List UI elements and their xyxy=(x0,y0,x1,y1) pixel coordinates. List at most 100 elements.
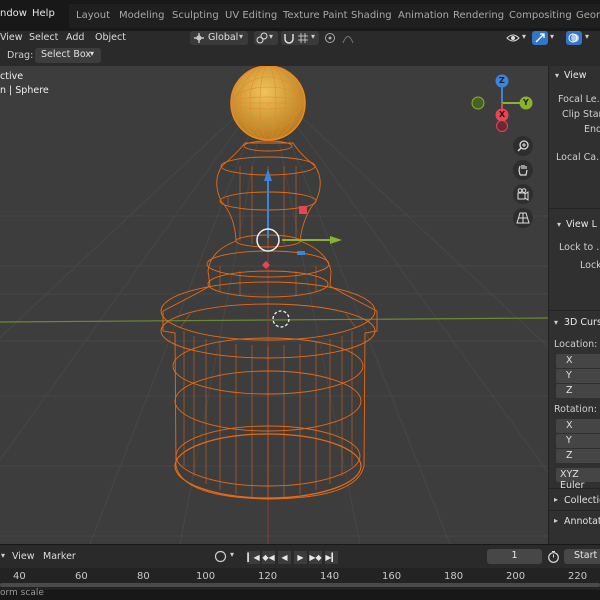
floor-grid xyxy=(0,85,548,544)
start-frame-field[interactable]: Start xyxy=(564,549,600,564)
orientation-label: Global xyxy=(208,32,239,43)
status-bar: orm scale xyxy=(0,588,600,600)
3d-cursor[interactable] xyxy=(272,310,290,328)
play-button[interactable]: ▶ xyxy=(294,551,307,564)
pan-button[interactable] xyxy=(513,160,533,180)
gizmo-x-label: X xyxy=(499,110,506,119)
current-frame-field[interactable]: 1 xyxy=(487,549,542,564)
clip-start-label: Clip Start xyxy=(562,109,600,120)
timeline-menu-view[interactable]: View xyxy=(12,551,35,562)
camera-view-button[interactable] xyxy=(513,184,533,204)
menu-add[interactable]: Add xyxy=(66,32,84,43)
cursor-location-z-field[interactable]: Z xyxy=(556,384,600,398)
grid-snap-icon xyxy=(297,32,309,47)
tab-animation[interactable]: Animation xyxy=(398,10,449,21)
visibility-dropdown[interactable]: ▾ xyxy=(504,31,530,45)
orientation-icon xyxy=(193,32,205,47)
chevron-down-icon[interactable]: ▾ xyxy=(550,32,554,41)
tab-rendering[interactable]: Rendering xyxy=(453,10,504,21)
tab-layout[interactable]: Layout xyxy=(76,10,110,21)
chevron-down-icon: ▾ xyxy=(522,32,527,41)
menu-select[interactable]: Select xyxy=(29,32,58,43)
top-menu-bar: ndow Help Layout Modeling Sculpting UV E… xyxy=(0,0,600,31)
cursor-rotation-x-field[interactable]: X xyxy=(556,419,600,433)
tab-modeling[interactable]: Modeling xyxy=(119,10,165,21)
viewport-mode-text: ctive xyxy=(0,71,24,82)
chevron-down-icon: ▾ xyxy=(269,32,274,41)
view-lock-header[interactable]: View L xyxy=(566,219,597,230)
cursor-location-y-field[interactable]: Y xyxy=(556,369,600,383)
location-label: Location: xyxy=(554,339,598,350)
record-icon[interactable] xyxy=(214,550,227,566)
tab-texture-paint[interactable]: Texture Paint xyxy=(283,10,348,21)
eye-icon xyxy=(506,32,520,47)
annotations-header[interactable]: Annotatio xyxy=(564,516,600,527)
tab-uv-editing[interactable]: UV Editing xyxy=(225,10,277,21)
pivot-icon xyxy=(256,32,268,47)
gizmo-toggle[interactable] xyxy=(532,31,548,45)
zoom-button[interactable] xyxy=(513,136,533,156)
chevron-right-icon[interactable]: ▸ xyxy=(554,495,558,504)
menu-object[interactable]: Object xyxy=(95,32,126,43)
frame-tick: 60 xyxy=(75,571,88,582)
focal-length-label: Focal Le... xyxy=(558,94,600,105)
chevron-down-icon[interactable]: ▾ xyxy=(230,550,234,559)
frame-tick: 80 xyxy=(137,571,150,582)
chevron-down-icon[interactable]: ▾ xyxy=(1,551,5,560)
3d-viewport[interactable]: ctive n | Sphere Z Y X xyxy=(0,66,548,544)
cursor-rotation-y-field[interactable]: Y xyxy=(556,434,600,448)
menu-help[interactable]: Help xyxy=(32,8,55,19)
hand-icon xyxy=(516,163,530,180)
local-camera-label: Local Ca... xyxy=(556,152,600,163)
chevron-down-icon: ▾ xyxy=(90,49,95,58)
sphere-mesh[interactable] xyxy=(230,66,306,141)
tab-sculpting[interactable]: Sculpting xyxy=(172,10,219,21)
orientation-dropdown[interactable]: Global ▾ xyxy=(190,31,248,45)
section-divider xyxy=(549,208,600,209)
overlays-toggle[interactable] xyxy=(566,31,582,45)
play-reverse-button[interactable]: ◀ xyxy=(278,551,291,564)
transform-gizmo[interactable] xyxy=(256,169,342,269)
falloff-curve-icon xyxy=(342,32,354,47)
snap-dropdown[interactable]: ▾ xyxy=(281,31,319,45)
chevron-right-icon[interactable]: ▸ xyxy=(554,516,558,525)
tab-geometry-nodes[interactable]: Geom xyxy=(576,10,600,21)
proportional-editing-toggle[interactable] xyxy=(322,31,336,45)
frame-tick: 100 xyxy=(196,571,216,582)
jump-to-keyframe-next-button[interactable]: ▶◆ xyxy=(309,551,322,564)
timeline-scrollbar[interactable] xyxy=(0,583,600,587)
lock-label: Lock xyxy=(580,260,600,271)
stopwatch-icon[interactable] xyxy=(547,550,560,566)
start-frame-label: Start xyxy=(574,550,598,561)
camera-icon xyxy=(516,187,530,204)
timeline-menu-marker[interactable]: Marker xyxy=(43,551,76,562)
3d-cursor-header[interactable]: 3D Curso xyxy=(564,317,600,328)
menu-window[interactable]: ndow xyxy=(0,8,27,19)
tab-compositing[interactable]: Compositing xyxy=(509,10,572,21)
falloff-dropdown[interactable] xyxy=(340,31,362,45)
field-z-label: Z xyxy=(566,385,573,396)
cursor-rotation-z-field[interactable]: Z xyxy=(556,449,600,463)
field-z-label: Z xyxy=(566,450,573,461)
perspective-toggle-button[interactable] xyxy=(513,208,533,228)
section-divider xyxy=(549,510,600,511)
chevron-down-icon[interactable]: ▾ xyxy=(557,220,561,229)
menu-view[interactable]: View xyxy=(0,32,23,43)
chevron-down-icon[interactable]: ▾ xyxy=(554,318,558,327)
pivot-point-dropdown[interactable]: ▾ xyxy=(254,31,278,45)
frame-tick: 160 xyxy=(382,571,402,582)
collections-header[interactable]: Collectio xyxy=(564,495,600,506)
tab-shading[interactable]: Shading xyxy=(351,10,392,21)
cursor-location-x-field[interactable]: X xyxy=(556,354,600,368)
view-panel-header[interactable]: View xyxy=(564,70,587,81)
rotation-mode-dropdown[interactable]: XYZ Euler xyxy=(556,468,600,491)
viewport-canvas[interactable] xyxy=(0,66,548,544)
chevron-down-icon: ▾ xyxy=(311,32,316,41)
jump-to-start-button[interactable]: ▎◀ xyxy=(247,551,260,564)
jump-to-end-button[interactable]: ▶▎ xyxy=(325,551,338,564)
chevron-down-icon[interactable]: ▾ xyxy=(585,32,589,41)
clip-end-label: End xyxy=(584,124,600,135)
drag-select-dropdown[interactable]: Select Box ▾ xyxy=(35,48,101,63)
jump-to-keyframe-prev-button[interactable]: ◆◀ xyxy=(262,551,275,564)
chevron-down-icon[interactable]: ▾ xyxy=(555,71,559,80)
